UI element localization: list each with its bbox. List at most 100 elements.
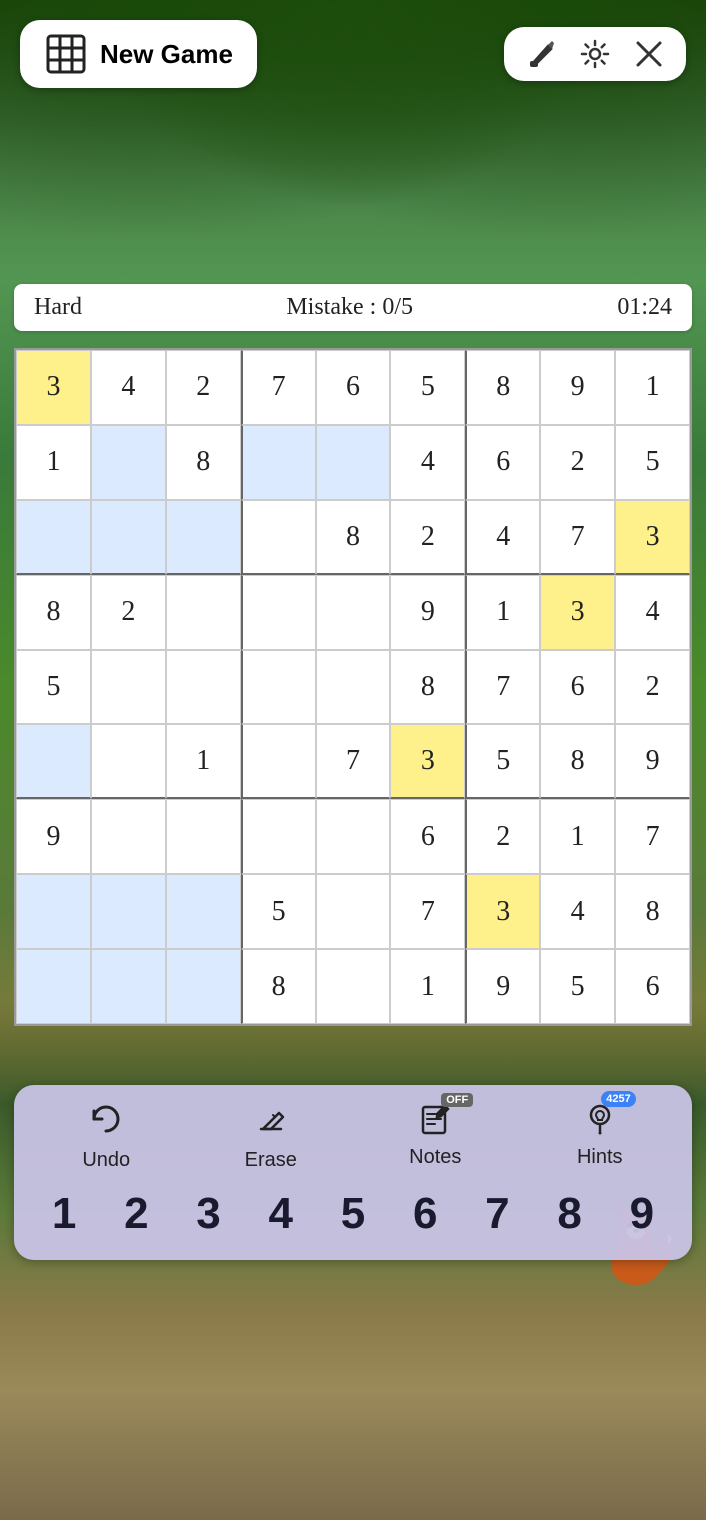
num-button-4[interactable]: 4 — [261, 1188, 301, 1240]
cell-r3-c2[interactable] — [166, 575, 241, 650]
cell-r3-c5[interactable]: 9 — [390, 575, 465, 650]
cell-r3-c6[interactable]: 1 — [465, 575, 540, 650]
cell-r6-c5[interactable]: 6 — [390, 799, 465, 874]
cell-r2-c6[interactable]: 4 — [465, 500, 540, 575]
cell-r4-c6[interactable]: 7 — [465, 650, 540, 725]
difficulty-label: Hard — [34, 294, 82, 321]
cell-r7-c8[interactable]: 8 — [615, 874, 690, 949]
cell-r1-c0[interactable]: 1 — [16, 425, 91, 500]
close-button[interactable] — [632, 37, 666, 71]
cell-r3-c7[interactable]: 3 — [540, 575, 615, 650]
cell-r6-c1[interactable] — [91, 799, 166, 874]
cell-r7-c5[interactable]: 7 — [390, 874, 465, 949]
cell-r4-c8[interactable]: 2 — [615, 650, 690, 725]
cell-r3-c3[interactable] — [241, 575, 316, 650]
cell-r2-c7[interactable]: 7 — [540, 500, 615, 575]
cell-r0-c0[interactable]: 3 — [16, 350, 91, 425]
cell-r5-c4[interactable]: 7 — [316, 724, 391, 799]
num-button-1[interactable]: 1 — [44, 1188, 84, 1240]
cell-r5-c5[interactable]: 3 — [390, 724, 465, 799]
cell-r0-c7[interactable]: 9 — [540, 350, 615, 425]
cell-r5-c3[interactable] — [241, 724, 316, 799]
cell-r0-c3[interactable]: 7 — [241, 350, 316, 425]
cell-r8-c0[interactable] — [16, 949, 91, 1024]
cell-r4-c2[interactable] — [166, 650, 241, 725]
cell-r2-c8[interactable]: 3 — [615, 500, 690, 575]
cell-r8-c6[interactable]: 9 — [465, 949, 540, 1024]
cell-r7-c4[interactable] — [316, 874, 391, 949]
cell-r1-c6[interactable]: 6 — [465, 425, 540, 500]
cell-r2-c3[interactable] — [241, 500, 316, 575]
cell-r7-c1[interactable] — [91, 874, 166, 949]
cell-r1-c5[interactable]: 4 — [390, 425, 465, 500]
num-button-5[interactable]: 5 — [333, 1188, 373, 1240]
cell-r5-c0[interactable] — [16, 724, 91, 799]
num-button-2[interactable]: 2 — [116, 1188, 156, 1240]
cell-r5-c8[interactable]: 9 — [615, 724, 690, 799]
cell-r3-c8[interactable]: 4 — [615, 575, 690, 650]
cell-r5-c2[interactable]: 1 — [166, 724, 241, 799]
num-button-7[interactable]: 7 — [477, 1188, 517, 1240]
cell-r8-c2[interactable] — [166, 949, 241, 1024]
cell-r4-c7[interactable]: 6 — [540, 650, 615, 725]
cell-r2-c1[interactable] — [91, 500, 166, 575]
cell-r0-c5[interactable]: 5 — [390, 350, 465, 425]
cell-r2-c4[interactable]: 8 — [316, 500, 391, 575]
cell-r8-c3[interactable]: 8 — [241, 949, 316, 1024]
cell-r8-c1[interactable] — [91, 949, 166, 1024]
cell-r7-c2[interactable] — [166, 874, 241, 949]
num-button-6[interactable]: 6 — [405, 1188, 445, 1240]
cell-r1-c1[interactable] — [91, 425, 166, 500]
cell-r1-c3[interactable] — [241, 425, 316, 500]
cell-r4-c0[interactable]: 5 — [16, 650, 91, 725]
cell-r1-c8[interactable]: 5 — [615, 425, 690, 500]
hints-button[interactable]: 4257 Hints — [560, 1101, 640, 1172]
num-button-8[interactable]: 8 — [549, 1188, 589, 1240]
cell-r4-c4[interactable] — [316, 650, 391, 725]
cell-r4-c3[interactable] — [241, 650, 316, 725]
cell-r2-c2[interactable] — [166, 500, 241, 575]
cell-r3-c4[interactable] — [316, 575, 391, 650]
cell-r1-c7[interactable]: 2 — [540, 425, 615, 500]
cell-r6-c7[interactable]: 1 — [540, 799, 615, 874]
cell-r8-c7[interactable]: 5 — [540, 949, 615, 1024]
erase-button[interactable]: Erase — [231, 1101, 311, 1172]
cell-r0-c6[interactable]: 8 — [465, 350, 540, 425]
cell-r7-c0[interactable] — [16, 874, 91, 949]
cell-r4-c1[interactable] — [91, 650, 166, 725]
paint-icon — [524, 37, 558, 71]
cell-r6-c4[interactable] — [316, 799, 391, 874]
undo-button[interactable]: Undo — [66, 1101, 146, 1172]
cell-r6-c0[interactable]: 9 — [16, 799, 91, 874]
num-button-3[interactable]: 3 — [188, 1188, 228, 1240]
new-game-button[interactable]: New Game — [20, 20, 257, 88]
cell-r1-c4[interactable] — [316, 425, 391, 500]
cell-r2-c0[interactable] — [16, 500, 91, 575]
cell-r3-c1[interactable]: 2 — [91, 575, 166, 650]
num-button-9[interactable]: 9 — [622, 1188, 662, 1240]
cell-r6-c2[interactable] — [166, 799, 241, 874]
cell-r0-c4[interactable]: 6 — [316, 350, 391, 425]
cell-r6-c8[interactable]: 7 — [615, 799, 690, 874]
cell-r2-c5[interactable]: 2 — [390, 500, 465, 575]
cell-r6-c3[interactable] — [241, 799, 316, 874]
notes-button[interactable]: OFF Notes — [395, 1101, 475, 1172]
cell-r6-c6[interactable]: 2 — [465, 799, 540, 874]
paint-button[interactable] — [524, 37, 558, 71]
cell-r4-c5[interactable]: 8 — [390, 650, 465, 725]
cell-r5-c7[interactable]: 8 — [540, 724, 615, 799]
cell-r8-c4[interactable] — [316, 949, 391, 1024]
cell-r3-c0[interactable]: 8 — [16, 575, 91, 650]
cell-r0-c8[interactable]: 1 — [615, 350, 690, 425]
cell-r0-c1[interactable]: 4 — [91, 350, 166, 425]
cell-r7-c6[interactable]: 3 — [465, 874, 540, 949]
cell-r7-c7[interactable]: 4 — [540, 874, 615, 949]
cell-r0-c2[interactable]: 2 — [166, 350, 241, 425]
cell-r7-c3[interactable]: 5 — [241, 874, 316, 949]
cell-r8-c8[interactable]: 6 — [615, 949, 690, 1024]
cell-r5-c1[interactable] — [91, 724, 166, 799]
settings-button[interactable] — [578, 37, 612, 71]
cell-r5-c6[interactable]: 5 — [465, 724, 540, 799]
cell-r1-c2[interactable]: 8 — [166, 425, 241, 500]
cell-r8-c5[interactable]: 1 — [390, 949, 465, 1024]
